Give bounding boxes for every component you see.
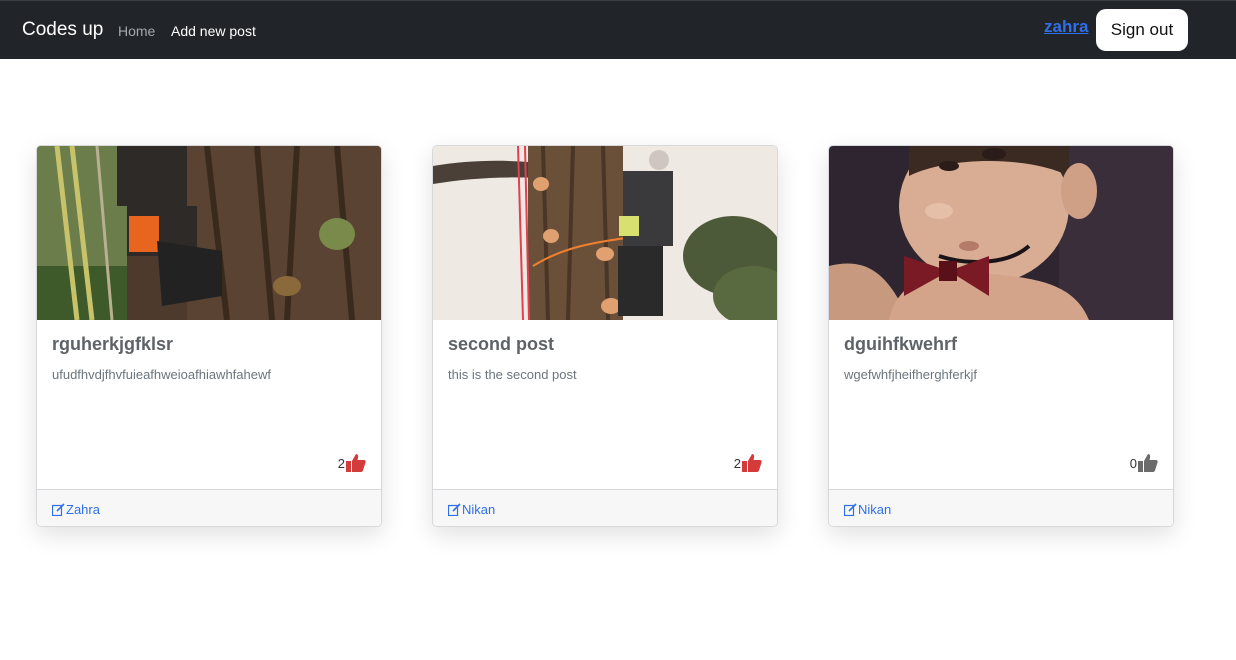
post-body: ufudfhvdjfhvfuieafhweioafhiawhfahewf — [52, 367, 271, 382]
post-title: second post — [448, 334, 555, 354]
author-link[interactable]: Nikan — [844, 502, 891, 517]
author-name: Nikan — [462, 502, 496, 517]
author-link[interactable]: Nikan — [448, 502, 495, 517]
post-card: rguherkjgfklsr ufudfhvdjfhvfuieafhweioaf… — [36, 145, 382, 527]
post-image — [37, 146, 381, 320]
like-count: 2 — [337, 455, 345, 471]
post-card: second post this is the second post 2 Ni… — [432, 145, 778, 527]
like-button[interactable]: 2 — [734, 454, 762, 472]
post-body: this is the second post — [448, 367, 577, 382]
brand-logo[interactable]: Codes up — [22, 19, 103, 41]
edit-icon — [52, 503, 65, 516]
post-title: rguherkjgfklsr — [52, 334, 174, 354]
post-card: dguihfkwehrf wgefwhfjheifherghferkjf 0 N… — [828, 145, 1174, 527]
post-image — [433, 146, 777, 320]
sign-out-button[interactable]: Sign out — [1096, 9, 1188, 51]
like-button[interactable]: 0 — [1130, 454, 1158, 472]
post-body: wgefwhfjheifherghferkjf — [844, 367, 977, 382]
post-image — [829, 146, 1173, 320]
nav-add-post-link[interactable]: Add new post — [171, 23, 256, 39]
card-footer: Nikan — [829, 489, 1173, 526]
post-title: dguihfkwehrf — [844, 334, 957, 354]
user-profile-link[interactable]: zahra — [1044, 17, 1088, 37]
card-footer: Nikan — [433, 489, 777, 526]
thumbs-up-icon — [346, 454, 366, 472]
like-count: 0 — [1129, 455, 1137, 471]
card-footer: Zahra — [37, 489, 381, 526]
author-link[interactable]: Zahra — [52, 502, 100, 517]
nav-home-link[interactable]: Home — [118, 23, 155, 39]
thumbs-up-icon — [742, 454, 762, 472]
author-name: Nikan — [858, 502, 892, 517]
like-button[interactable]: 2 — [338, 454, 366, 472]
navbar: Codes up Home Add new post zahra Sign ou… — [0, 0, 1236, 59]
edit-icon — [844, 503, 857, 516]
edit-icon — [448, 503, 461, 516]
author-name: Zahra — [66, 502, 100, 517]
like-count: 2 — [733, 455, 741, 471]
thumbs-up-icon — [1138, 454, 1158, 472]
